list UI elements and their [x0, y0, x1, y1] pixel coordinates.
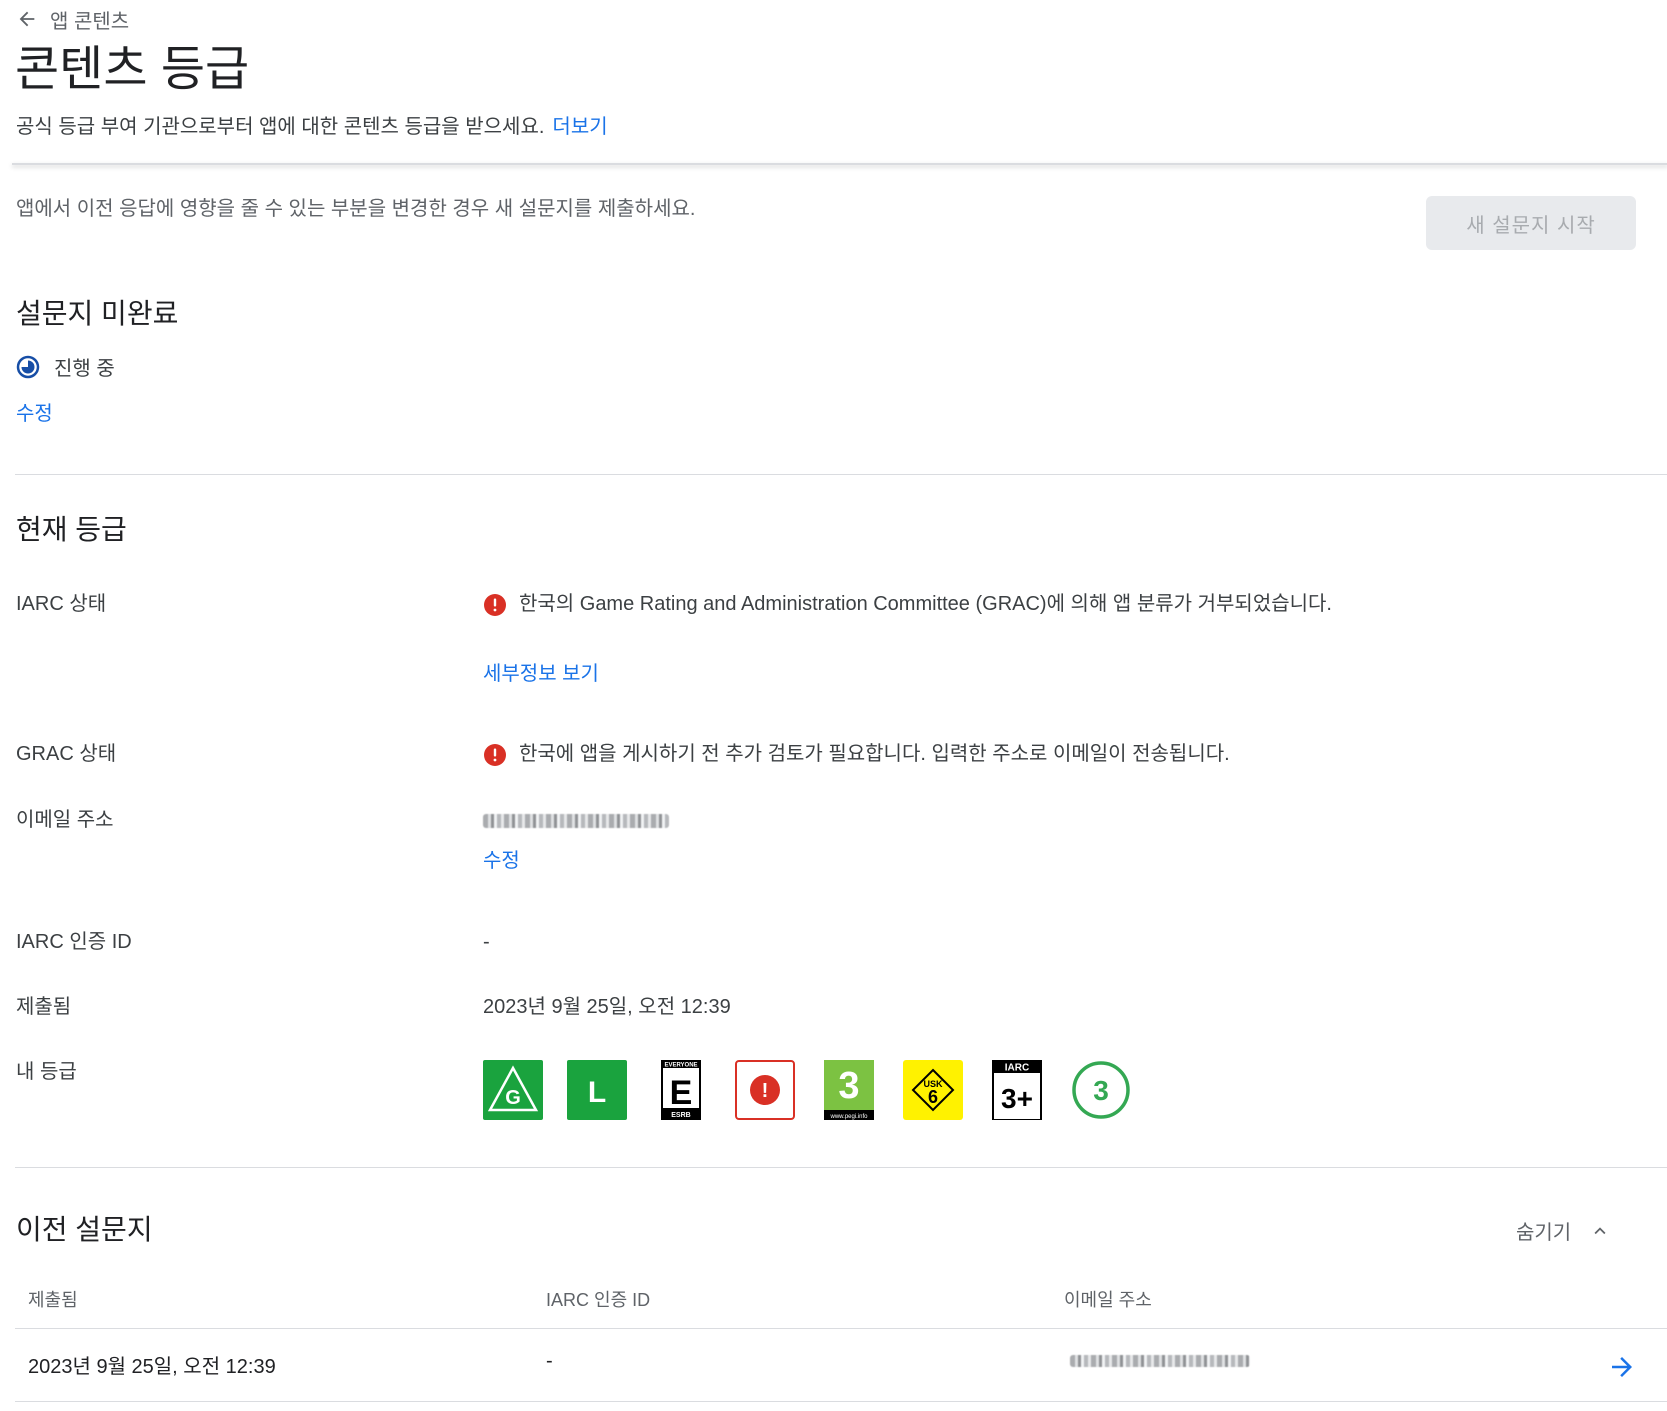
svg-text:L: L — [588, 1076, 606, 1109]
edit-questionnaire-link[interactable]: 수정 — [16, 400, 53, 428]
submitted-label: 제출됨 — [16, 996, 72, 1018]
generic-3-badge: 3 — [1072, 1061, 1130, 1119]
arrow-back-icon — [19, 11, 35, 27]
iarc-cert-id-label: IARC 인증 ID — [16, 931, 132, 953]
table-row-divider — [15, 1401, 1667, 1402]
back-link-label: 앱 콘텐츠 — [50, 10, 130, 33]
svg-text:6: 6 — [928, 1087, 938, 1107]
svg-text:3+: 3+ — [1001, 1083, 1033, 1114]
pegi-3-badge: 3 www.pegi.info — [824, 1060, 874, 1120]
section-divider — [15, 474, 1667, 475]
resubmit-hint: 앱에서 이전 응답에 영향을 줄 수 있는 부분을 변경한 경우 새 설문지를 … — [16, 198, 696, 220]
row-cert-id-value: - — [546, 1350, 553, 1372]
grac-status-value: 한국에 앱을 게시하기 전 추가 검토가 필요합니다. 입력한 주소로 이메일이… — [483, 739, 1419, 769]
page-subtitle: 공식 등급 부여 기관으로부터 앱에 대한 콘텐츠 등급을 받으세요. 더보기 — [16, 112, 608, 142]
page-title: 콘텐츠 등급 — [15, 43, 250, 96]
svg-text:www.pegi.info: www.pegi.info — [829, 1114, 868, 1120]
rating-badges: G L EVERYONE E ESRB ! 3 www.pegi.info US… — [483, 1060, 1155, 1120]
column-header-submitted: 제출됨 — [28, 1290, 78, 1310]
email-label: 이메일 주소 — [16, 809, 114, 831]
current-rating-title: 현재 등급 — [16, 514, 127, 545]
usk-6-badge: USK 6 — [903, 1060, 963, 1120]
svg-text:!: ! — [762, 1080, 769, 1102]
error-icon — [484, 594, 506, 616]
edit-email-link[interactable]: 수정 — [483, 847, 520, 875]
error-icon — [484, 744, 506, 766]
iarc-3-plus-badge: IARC 3+ — [992, 1060, 1042, 1120]
row-email-redacted — [1070, 1355, 1250, 1367]
section-divider — [15, 1167, 1667, 1168]
row-submitted-value: 2023년 9월 25일, 오전 12:39 — [28, 1356, 276, 1378]
back-link[interactable]: 앱 콘텐츠 — [16, 6, 130, 33]
hide-previous-toggle[interactable]: 숨기기 — [1516, 1216, 1611, 1245]
australia-g-badge: G — [483, 1060, 543, 1120]
svg-text:ESRB: ESRB — [671, 1112, 690, 1119]
svg-text:E: E — [670, 1074, 693, 1112]
content-rating-page: 앱 콘텐츠 콘텐츠 등급 공식 등급 부여 기관으로부터 앱에 대한 콘텐츠 등… — [0, 0, 1667, 1411]
svg-text:IARC: IARC — [1005, 1063, 1029, 1074]
email-value-redacted — [483, 814, 669, 828]
iarc-status-text: 한국의 Game Rating and Administration Commi… — [519, 593, 1332, 615]
incomplete-questionnaire-title: 설문지 미완료 — [16, 298, 179, 329]
arrow-forward-icon[interactable] — [1607, 1352, 1637, 1382]
in-progress-label: 진행 중 — [54, 358, 115, 380]
iarc-status-label: IARC 상태 — [16, 593, 107, 615]
submitted-value: 2023년 9월 25일, 오전 12:39 — [483, 996, 731, 1018]
my-rating-label: 내 등급 — [16, 1061, 77, 1083]
column-header-email: 이메일 주소 — [1064, 1290, 1152, 1310]
header-divider — [12, 163, 1667, 165]
page-subtitle-text: 공식 등급 부여 기관으로부터 앱에 대한 콘텐츠 등급을 받으세요. — [16, 116, 545, 138]
previous-questionnaires-title: 이전 설문지 — [16, 1214, 153, 1245]
view-details-link[interactable]: 세부정보 보기 — [483, 660, 599, 688]
esrb-everyone-badge: EVERYONE E ESRB — [661, 1060, 701, 1120]
svg-text:EVERYONE: EVERYONE — [664, 1063, 697, 1069]
svg-text:3: 3 — [1093, 1075, 1109, 1106]
iarc-status-value: 한국의 Game Rating and Administration Commi… — [483, 589, 1369, 619]
grac-status-text: 한국에 앱을 게시하기 전 추가 검토가 필요합니다. 입력한 주소로 이메일이… — [519, 743, 1230, 765]
questionnaire-status: 진행 중 — [16, 352, 115, 381]
start-new-questionnaire-button[interactable]: 새 설문지 시작 — [1426, 196, 1636, 250]
svg-text:G: G — [505, 1087, 521, 1109]
learn-more-link[interactable]: 더보기 — [552, 116, 607, 138]
table-header-divider — [15, 1328, 1667, 1329]
svg-text:3: 3 — [838, 1065, 859, 1107]
chevron-up-icon — [1594, 1226, 1606, 1234]
refused-classification-badge: ! — [735, 1060, 795, 1120]
in-progress-icon — [16, 355, 40, 378]
hide-label: 숨기기 — [1516, 1222, 1572, 1244]
grac-status-label: GRAC 상태 — [16, 743, 117, 765]
column-header-cert-id: IARC 인증 ID — [546, 1290, 651, 1310]
iarc-cert-id-value: - — [483, 931, 490, 953]
brazil-l-badge: L — [567, 1060, 627, 1120]
